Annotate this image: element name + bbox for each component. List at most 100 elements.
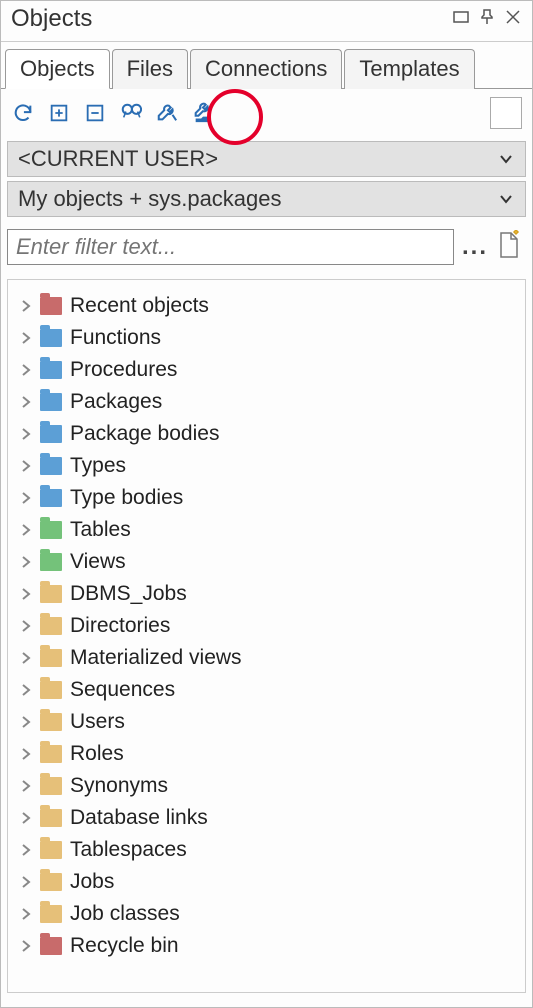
minimize-icon[interactable] bbox=[452, 8, 470, 31]
scope-selector[interactable]: My objects + sys.packages bbox=[7, 181, 526, 217]
expander-icon[interactable] bbox=[16, 524, 36, 536]
objects-panel: Objects Objects Files Connections Templa… bbox=[0, 0, 533, 1008]
tree-node[interactable]: Packages bbox=[16, 386, 521, 418]
expander-icon[interactable] bbox=[16, 652, 36, 664]
tree-node-label: Tablespaces bbox=[70, 838, 187, 862]
folder-icon bbox=[40, 297, 62, 315]
tree-node-label: Procedures bbox=[70, 358, 177, 382]
tree-node[interactable]: Jobs bbox=[16, 866, 521, 898]
folder-icon bbox=[40, 713, 62, 731]
folder-icon bbox=[40, 745, 62, 763]
expander-icon[interactable] bbox=[16, 556, 36, 568]
tree-node[interactable]: DBMS_Jobs bbox=[16, 578, 521, 610]
folder-icon bbox=[40, 681, 62, 699]
tree-node[interactable]: Recycle bin bbox=[16, 930, 521, 962]
tree-node[interactable]: Package bodies bbox=[16, 418, 521, 450]
tree-node-label: Recent objects bbox=[70, 294, 209, 318]
folder-icon bbox=[40, 393, 62, 411]
tree-node-label: Sequences bbox=[70, 678, 175, 702]
tree-node-label: Views bbox=[70, 550, 126, 574]
toolbar-empty-button[interactable] bbox=[490, 97, 522, 129]
user-selector[interactable]: <CURRENT USER> bbox=[7, 141, 526, 177]
expander-icon[interactable] bbox=[16, 364, 36, 376]
folder-icon bbox=[40, 361, 62, 379]
tree-node[interactable]: Database links bbox=[16, 802, 521, 834]
new-object-icon[interactable] bbox=[496, 230, 522, 265]
tree-node-label: Type bodies bbox=[70, 486, 183, 510]
folder-icon bbox=[40, 841, 62, 859]
expander-icon[interactable] bbox=[16, 428, 36, 440]
expander-icon[interactable] bbox=[16, 908, 36, 920]
tree-node[interactable]: Tables bbox=[16, 514, 521, 546]
folder-icon bbox=[40, 905, 62, 923]
tree-node[interactable]: Roles bbox=[16, 738, 521, 770]
tree-node[interactable]: Views bbox=[16, 546, 521, 578]
tree-node-label: Directories bbox=[70, 614, 170, 638]
tree-node-label: Database links bbox=[70, 806, 208, 830]
tab-bar: Objects Files Connections Templates bbox=[1, 42, 532, 89]
expander-icon[interactable] bbox=[16, 716, 36, 728]
collapse-all-icon[interactable] bbox=[83, 101, 107, 125]
folder-icon bbox=[40, 553, 62, 571]
folder-icon bbox=[40, 425, 62, 443]
tree-node[interactable]: Types bbox=[16, 450, 521, 482]
tab-connections[interactable]: Connections bbox=[190, 49, 342, 89]
folder-icon bbox=[40, 585, 62, 603]
tree-node-label: DBMS_Jobs bbox=[70, 582, 187, 606]
tab-objects[interactable]: Objects bbox=[5, 49, 110, 89]
pin-icon[interactable] bbox=[478, 8, 496, 31]
object-tree[interactable]: Recent objects Functions Procedures Package… bbox=[7, 279, 526, 993]
expander-icon[interactable] bbox=[16, 588, 36, 600]
filter-input[interactable] bbox=[7, 229, 454, 265]
filter-row: ... bbox=[1, 221, 532, 265]
folder-icon bbox=[40, 329, 62, 347]
close-icon[interactable] bbox=[504, 8, 522, 31]
scope-selector-value: My objects + sys.packages bbox=[18, 186, 282, 212]
expander-icon[interactable] bbox=[16, 844, 36, 856]
folder-icon bbox=[40, 649, 62, 667]
expander-icon[interactable] bbox=[16, 684, 36, 696]
tree-node-label: Recycle bin bbox=[70, 934, 179, 958]
tree-node[interactable]: Type bodies bbox=[16, 482, 521, 514]
expand-all-icon[interactable] bbox=[47, 101, 71, 125]
tree-node-label: Synonyms bbox=[70, 774, 168, 798]
tree-node[interactable]: Materialized views bbox=[16, 642, 521, 674]
folder-icon bbox=[40, 617, 62, 635]
tree-node-label: Job classes bbox=[70, 902, 180, 926]
expander-icon[interactable] bbox=[16, 396, 36, 408]
folder-icon bbox=[40, 809, 62, 827]
tree-node-label: Roles bbox=[70, 742, 124, 766]
toolbar bbox=[1, 89, 532, 137]
expander-icon[interactable] bbox=[16, 460, 36, 472]
tree-node[interactable]: Job classes bbox=[16, 898, 521, 930]
find-icon[interactable] bbox=[119, 101, 143, 125]
folder-icon bbox=[40, 489, 62, 507]
tree-node-label: Users bbox=[70, 710, 125, 734]
tab-templates[interactable]: Templates bbox=[344, 49, 474, 89]
chevron-down-icon bbox=[497, 190, 515, 208]
expander-icon[interactable] bbox=[16, 940, 36, 952]
refresh-icon[interactable] bbox=[11, 101, 35, 125]
quick-tool-icon[interactable] bbox=[155, 101, 179, 125]
expander-icon[interactable] bbox=[16, 780, 36, 792]
tree-node[interactable]: Synonyms bbox=[16, 770, 521, 802]
expander-icon[interactable] bbox=[16, 748, 36, 760]
expander-icon[interactable] bbox=[16, 300, 36, 312]
expander-icon[interactable] bbox=[16, 876, 36, 888]
tree-node[interactable]: Procedures bbox=[16, 354, 521, 386]
tab-files[interactable]: Files bbox=[112, 49, 188, 89]
filter-more-button[interactable]: ... bbox=[462, 233, 488, 261]
tree-node[interactable]: Recent objects bbox=[16, 290, 521, 322]
expander-icon[interactable] bbox=[16, 492, 36, 504]
expander-icon[interactable] bbox=[16, 332, 36, 344]
tree-node[interactable]: Users bbox=[16, 706, 521, 738]
tree-node[interactable]: Directories bbox=[16, 610, 521, 642]
tree-node[interactable]: Tablespaces bbox=[16, 834, 521, 866]
expander-icon[interactable] bbox=[16, 812, 36, 824]
tree-node[interactable]: Sequences bbox=[16, 674, 521, 706]
expander-icon[interactable] bbox=[16, 620, 36, 632]
tree-node-label: Package bodies bbox=[70, 422, 219, 446]
tool-folder-icon[interactable] bbox=[191, 101, 215, 125]
tree-node[interactable]: Functions bbox=[16, 322, 521, 354]
user-selector-value: <CURRENT USER> bbox=[18, 146, 218, 172]
